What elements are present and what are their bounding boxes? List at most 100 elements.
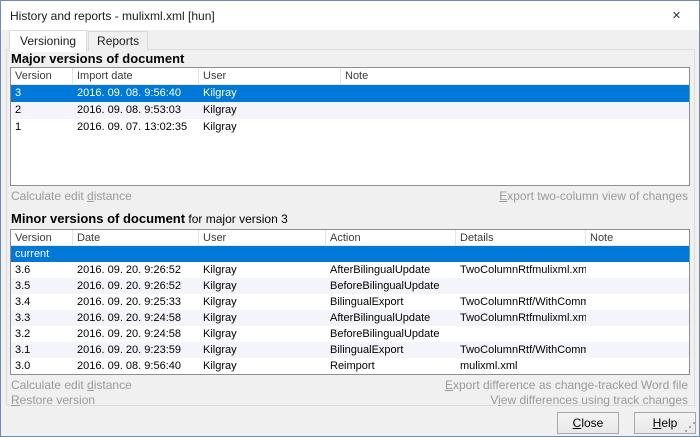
cell: Kilgray [199, 294, 326, 310]
window-close-button[interactable]: ✕ [654, 1, 699, 30]
table-header-row: VersionImport dateUserNote [11, 68, 689, 85]
cell [326, 246, 456, 262]
cell: 3.4 [11, 294, 73, 310]
table-row[interactable]: 3.02016. 09. 08. 9:56:40KilgrayReimportm… [11, 358, 689, 374]
table-row[interactable]: 22016. 09. 08. 9:53:03Kilgray [11, 102, 689, 119]
calculate-edit-distance-link-minor[interactable]: Calculate edit distance [11, 378, 132, 392]
cell [586, 246, 689, 262]
restore-version-link[interactable]: Restore version [11, 393, 95, 407]
link-text: ew differences using track changes [501, 393, 688, 407]
cell [341, 85, 689, 102]
cell: Kilgray [199, 278, 326, 294]
column-header[interactable]: Action [326, 230, 456, 245]
calculate-edit-distance-link-major[interactable]: Calculate edit distance [11, 189, 132, 203]
export-difference-link[interactable]: Export difference as change-tracked Word… [445, 378, 688, 392]
link-mnemonic: R [11, 393, 20, 407]
export-two-column-view-link[interactable]: Export two-column view of changes [499, 189, 688, 203]
cell: Kilgray [199, 102, 341, 119]
table-row[interactable]: 3.32016. 09. 20. 9:24:58KilgrayAfterBili… [11, 310, 689, 326]
cell: 2016. 09. 20. 9:24:58 [73, 310, 199, 326]
close-button[interactable]: Close [557, 412, 619, 434]
cell: 3.3 [11, 310, 73, 326]
button-text: elp [661, 416, 677, 430]
cell [586, 342, 689, 358]
resize-grip-icon[interactable] [693, 422, 695, 424]
cell: Kilgray [199, 358, 326, 374]
cell [586, 310, 689, 326]
history-and-reports-dialog: History and reports - mulixml.xml [hun] … [0, 0, 700, 437]
cell: 2016. 09. 20. 9:26:52 [73, 262, 199, 278]
column-header[interactable]: Version [11, 230, 73, 245]
cell: 2016. 09. 07. 13:02:35 [73, 119, 199, 136]
column-header[interactable]: Details [456, 230, 586, 245]
heading-suffix: for major version 3 [185, 212, 288, 226]
cell: AfterBilingualUpdate [326, 310, 456, 326]
column-header[interactable]: Version [11, 68, 73, 84]
table-row[interactable]: 32016. 09. 08. 9:56:40Kilgray [11, 85, 689, 102]
cell: TwoColumnRtf/WithComment/Wit... [456, 294, 586, 310]
major-versions-table[interactable]: VersionImport dateUserNote32016. 09. 08.… [10, 67, 690, 186]
cell: 2016. 09. 08. 9:56:40 [73, 358, 199, 374]
cell: TwoColumnRtfmulixml.xml_hun.rtf [456, 262, 586, 278]
cell: 1 [11, 119, 73, 136]
table-row[interactable]: 3.62016. 09. 20. 9:26:52KilgrayAfterBili… [11, 262, 689, 278]
link-text: xport difference as change-tracked Word … [453, 378, 688, 392]
cell [586, 326, 689, 342]
column-header[interactable]: Import date [73, 68, 199, 84]
column-header[interactable]: User [199, 230, 326, 245]
table-row[interactable]: 3.22016. 09. 20. 9:24:58KilgrayBeforeBil… [11, 326, 689, 342]
table-row[interactable]: 3.52016. 09. 20. 9:26:52KilgrayBeforeBil… [11, 278, 689, 294]
table-row[interactable]: 3.12016. 09. 20. 9:23:59KilgrayBilingual… [11, 342, 689, 358]
cell: 2 [11, 102, 73, 119]
cell: 3.2 [11, 326, 73, 342]
link-text: Calculate edit [11, 189, 87, 203]
cell [73, 246, 199, 262]
titlebar[interactable]: History and reports - mulixml.xml [hun] … [1, 1, 699, 30]
column-header[interactable]: Note [341, 68, 689, 84]
cell [586, 294, 689, 310]
link-text: Calculate edit [11, 378, 87, 392]
cell [456, 246, 586, 262]
table-row[interactable]: current [11, 246, 689, 262]
link-mnemonic: d [87, 378, 94, 392]
minor-versions-table[interactable]: VersionDateUserActionDetailsNotecurrent3… [10, 229, 690, 375]
cell [456, 278, 586, 294]
cell: 3.0 [11, 358, 73, 374]
cell: Kilgray [199, 342, 326, 358]
window-title: History and reports - mulixml.xml [hun] [1, 9, 215, 23]
cell: 2016. 09. 08. 9:56:40 [73, 85, 199, 102]
column-header[interactable]: Note [586, 230, 689, 245]
help-button[interactable]: Help [634, 412, 696, 434]
minor-versions-heading: Minor versions of document for major ver… [11, 211, 288, 226]
cell: Kilgray [199, 326, 326, 342]
cell: BeforeBilingualUpdate [326, 326, 456, 342]
major-versions-heading: Major versions of document [11, 51, 184, 66]
cell: current [11, 246, 73, 262]
view-differences-link[interactable]: View differences using track changes [490, 393, 688, 407]
tab-versioning[interactable]: Versioning [9, 30, 87, 52]
cell: 3 [11, 85, 73, 102]
heading-text: Major versions of document [11, 51, 184, 66]
heading-text: Minor versions of document [11, 211, 185, 226]
cell: 3.5 [11, 278, 73, 294]
cell [586, 262, 689, 278]
button-text: lose [581, 416, 603, 430]
cell: BeforeBilingualUpdate [326, 278, 456, 294]
cell: 2016. 09. 20. 9:23:59 [73, 342, 199, 358]
table-row[interactable]: 12016. 09. 07. 13:02:35Kilgray [11, 119, 689, 136]
cell [456, 326, 586, 342]
cell [586, 358, 689, 374]
cell: TwoColumnRtf/WithComment/Wit... [456, 342, 586, 358]
tab-reports[interactable]: Reports [88, 31, 148, 51]
table-row[interactable]: 3.42016. 09. 20. 9:25:33KilgrayBilingual… [11, 294, 689, 310]
column-header[interactable]: User [199, 68, 341, 84]
link-mnemonic: E [445, 378, 453, 392]
link-mnemonic: d [87, 189, 94, 203]
cell [341, 119, 689, 136]
column-header[interactable]: Date [73, 230, 199, 245]
close-icon: ✕ [672, 9, 681, 22]
cell: 2016. 09. 08. 9:53:03 [73, 102, 199, 119]
link-text: estore version [20, 393, 95, 407]
cell: 2016. 09. 20. 9:26:52 [73, 278, 199, 294]
cell: 2016. 09. 20. 9:24:58 [73, 326, 199, 342]
